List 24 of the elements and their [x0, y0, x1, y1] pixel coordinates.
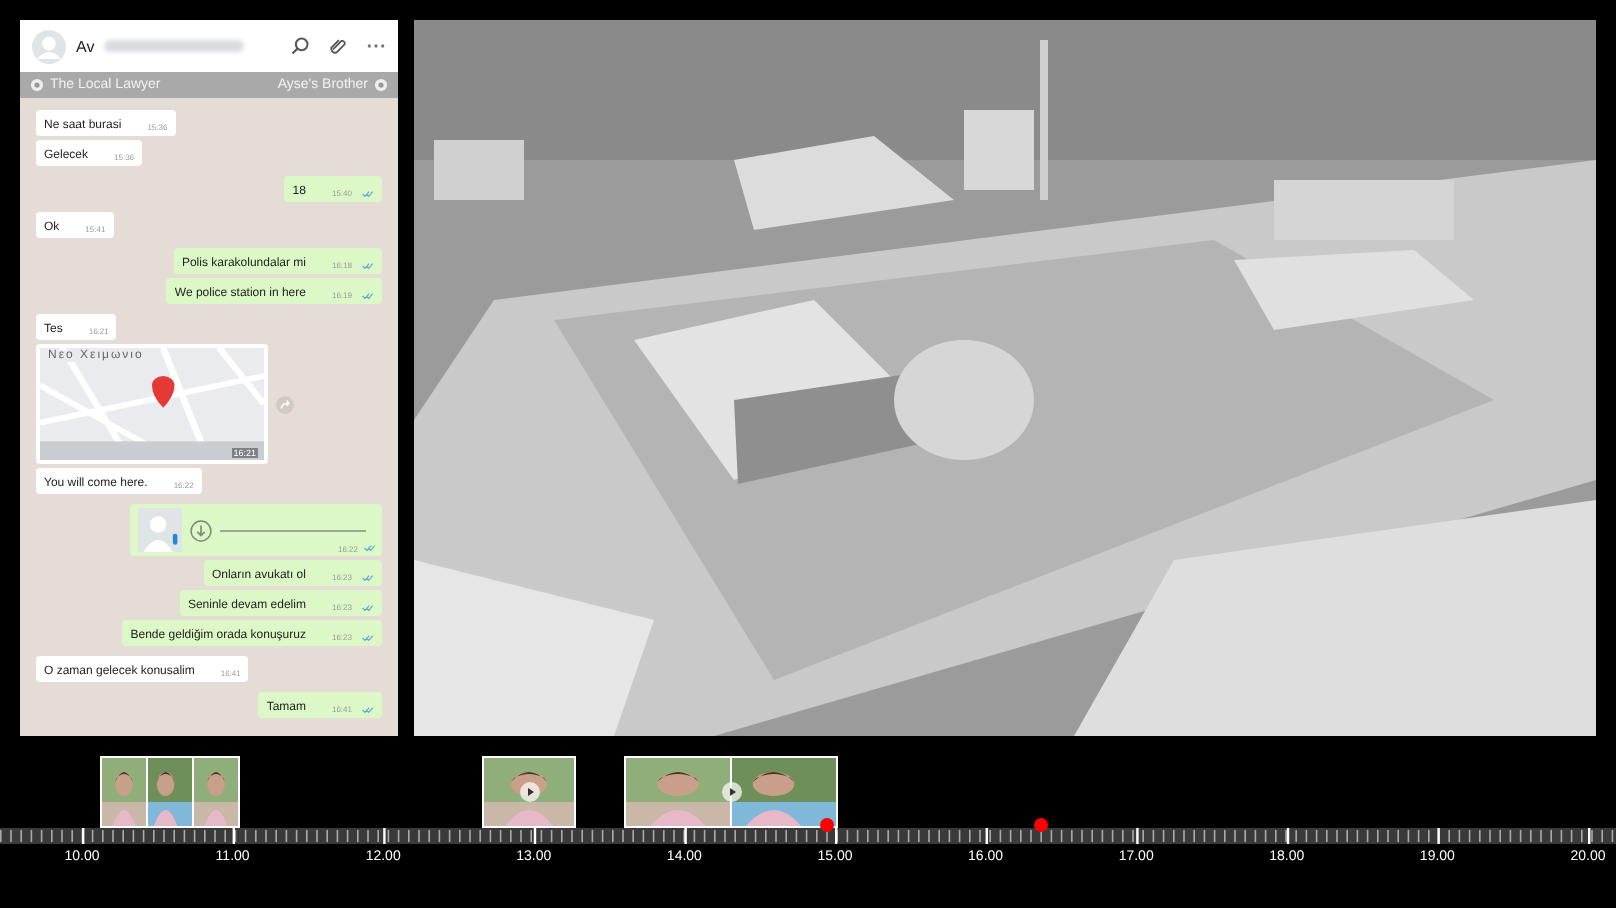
double-check-icon — [362, 574, 374, 582]
paperclip-icon[interactable] — [328, 36, 348, 56]
double-check-icon — [362, 706, 374, 714]
double-check-icon — [364, 544, 376, 552]
double-check-icon — [362, 262, 374, 270]
play-icon[interactable] — [519, 782, 539, 802]
avatar-icon — [138, 508, 182, 552]
participant-icon — [30, 78, 44, 92]
video-clip-thumbnail[interactable] — [482, 756, 576, 828]
search-icon[interactable] — [290, 36, 310, 56]
timeline-ruler[interactable] — [0, 828, 1616, 844]
video-clip-thumbnail[interactable] — [624, 756, 838, 828]
avatar-icon — [32, 29, 66, 63]
event-marker-icon[interactable] — [1034, 818, 1048, 832]
double-check-icon — [362, 604, 374, 612]
double-check-icon — [362, 190, 374, 198]
play-icon[interactable] — [721, 782, 741, 802]
download-icon[interactable] — [190, 519, 212, 541]
double-check-icon — [362, 292, 374, 300]
double-check-icon — [362, 634, 374, 642]
redacted-name-icon — [104, 40, 245, 52]
video-clip-thumbnail[interactable] — [100, 756, 240, 828]
participant-icon — [374, 78, 388, 92]
contact-name: Av — [76, 37, 95, 55]
